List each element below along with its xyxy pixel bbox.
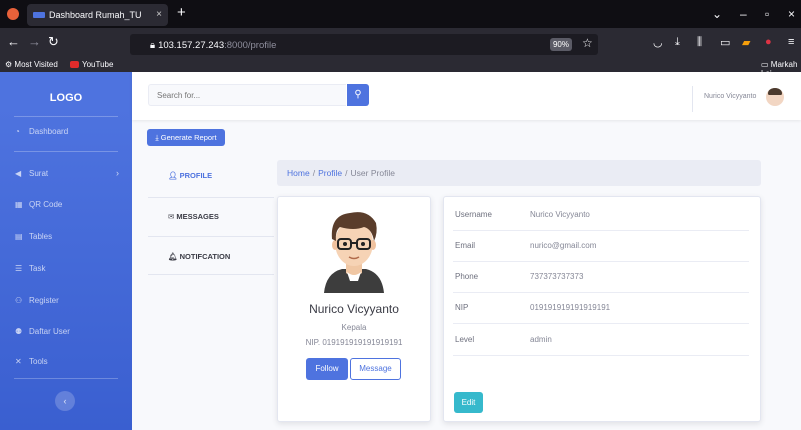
sidebar-item-daftar-user[interactable]: ⚉ Daftar User <box>15 327 70 336</box>
detail-row-phone: Phone 737373737373 <box>453 262 749 292</box>
chevron-right-icon[interactable]: › <box>116 168 119 178</box>
detail-value: 019191919191919191 <box>530 303 611 312</box>
message-button[interactable]: Message <box>350 358 401 380</box>
sidebar-divider <box>14 116 118 117</box>
page-info-icon[interactable]: 🔒︎ <box>150 40 155 51</box>
topbar-divider <box>692 86 693 112</box>
sidebar-divider <box>14 378 118 379</box>
sidebar-item-dashboard[interactable]: ◔ Dashboard <box>15 127 68 136</box>
url-text[interactable]: 🔒︎ 103.157.27.243:8000/profile <box>150 40 276 51</box>
sidebar-collapse-button[interactable]: ‹ <box>55 391 75 411</box>
forward-icon[interactable]: → <box>28 35 41 49</box>
sidebar-item-qr-code[interactable]: ▦ QR Code <box>15 200 62 209</box>
new-tab-button[interactable]: + <box>177 5 186 21</box>
url-host: 103.157.27.243 <box>158 40 225 51</box>
menu-icon[interactable]: ≡ <box>788 36 794 48</box>
tab-bar: Dashboard Rumah_TU × + ⌄ – ▫ × <box>0 0 801 28</box>
edit-button[interactable]: Edit <box>454 392 483 413</box>
close-window-icon[interactable]: × <box>788 7 795 21</box>
pocket-icon[interactable]: ◡ <box>653 36 663 49</box>
tab-messages[interactable]: ✉︎ MESSAGES <box>148 198 274 236</box>
user-plus-icon: ⚇ <box>15 296 23 305</box>
detail-label: NIP <box>455 303 469 312</box>
detail-row-username: Username Nurico Vicyyanto <box>453 200 749 230</box>
sidebar: LOGO <box>0 72 132 430</box>
paper-plane-icon: ◀ <box>15 169 22 178</box>
reload-icon[interactable]: ↻ <box>48 35 59 49</box>
search-input[interactable] <box>148 84 346 106</box>
tachometer-icon: ◔ <box>15 127 20 136</box>
tab-notification[interactable]: 🔔︎ NOTIFCATION <box>148 238 274 276</box>
detail-label: Username <box>455 210 492 219</box>
minimize-icon[interactable]: – <box>740 7 747 21</box>
avatar[interactable] <box>766 88 784 106</box>
browser-tab[interactable]: Dashboard Rumah_TU × <box>27 4 168 26</box>
sidebar-item-register[interactable]: ⚇ Register <box>15 296 59 305</box>
tab-profile[interactable]: 👤︎ PROFILE <box>148 157 274 195</box>
sidebar-toggle-icon[interactable]: ▭ <box>720 36 730 49</box>
sidebar-divider <box>14 151 118 152</box>
maximize-icon[interactable]: ▫ <box>765 7 769 21</box>
search-button[interactable]: ⚲ <box>347 84 369 106</box>
profile-nip: NIP. 019191919191919191 <box>305 338 403 347</box>
youtube-icon <box>70 61 79 68</box>
list-icon: ☰ <box>15 264 23 273</box>
zoom-level[interactable]: 90% <box>550 38 572 51</box>
tools-icon: ✕ <box>15 357 22 366</box>
profile-name: Nurico Vicyyanto <box>309 302 399 316</box>
bookmarks-bar: ⚙︎ Most Visited YouTube ▭ Markah Lai <box>0 58 801 78</box>
favicon-icon <box>33 12 45 18</box>
bookmark-most-visited[interactable]: ⚙︎ Most Visited <box>5 60 58 69</box>
detail-label: Level <box>455 335 475 344</box>
library-icon[interactable]: ⫼ <box>697 36 702 49</box>
tab-list-icon[interactable]: ⌄ <box>712 7 722 21</box>
row-divider <box>453 323 749 324</box>
profile-role: Kepala <box>341 323 367 332</box>
row-divider <box>453 355 749 356</box>
tab-close-icon[interactable]: × <box>156 4 162 26</box>
bookmark-youtube[interactable]: YouTube <box>70 60 113 69</box>
user-icon: 👤︎ <box>168 171 180 180</box>
follow-button[interactable]: Follow <box>306 358 348 380</box>
back-icon[interactable]: ← <box>7 35 20 49</box>
sidebar-item-tools[interactable]: ✕ Tools <box>15 357 48 366</box>
browser-chrome: Dashboard Rumah_TU × + ⌄ – ▫ × ← → ↻ 🔒︎ 1… <box>0 0 801 78</box>
search-icon: ⚲ <box>354 89 362 100</box>
detail-row-level: Level admin <box>453 325 749 355</box>
qrcode-icon: ▦ <box>15 200 23 209</box>
detail-value: nurico@gmail.com <box>530 241 597 250</box>
breadcrumb-home[interactable]: Home <box>287 168 310 178</box>
tab-title: Dashboard Rumah_TU <box>49 10 142 20</box>
detail-label: Phone <box>455 272 479 281</box>
bookmark-star-icon[interactable]: ☆ <box>582 36 593 50</box>
bell-icon: 🔔︎ <box>168 252 180 261</box>
profile-avatar-illustration <box>324 212 384 293</box>
extension-icon[interactable]: ▰ <box>742 36 750 49</box>
user-name[interactable]: Nurico Vicyyanto <box>704 93 756 100</box>
users-icon: ⚉ <box>15 327 23 336</box>
detail-row-nip: NIP 019191919191919191 <box>453 293 749 323</box>
download-icon[interactable]: ⤓ <box>675 36 680 49</box>
firefox-icon <box>7 8 19 20</box>
generate-report-button[interactable]: ⤓ Generate Report <box>147 129 225 146</box>
detail-value: admin <box>530 335 552 344</box>
detail-value: Nurico Vicyyanto <box>530 210 590 219</box>
url-path: :8000/profile <box>224 40 277 51</box>
detail-row-email: Email nurico@gmail.com <box>453 231 749 261</box>
breadcrumb: Home / Profile / User Profile <box>277 160 761 186</box>
breadcrumb-current: User Profile <box>350 168 395 178</box>
extension-2-icon[interactable]: ● <box>765 36 772 48</box>
logo[interactable]: LOGO <box>0 92 132 104</box>
sidebar-item-surat[interactable]: ◀ Surat <box>15 169 48 178</box>
breadcrumb-profile[interactable]: Profile <box>318 168 342 178</box>
detail-value: 737373737373 <box>530 272 584 281</box>
profile-nav-divider <box>148 236 274 237</box>
profile-nav-divider <box>148 274 274 275</box>
sidebar-item-task[interactable]: ☰ Task <box>15 264 45 273</box>
sidebar-item-tables[interactable]: ▤ Tables <box>15 232 52 241</box>
detail-label: Email <box>455 241 476 250</box>
table-icon: ▤ <box>15 232 23 241</box>
